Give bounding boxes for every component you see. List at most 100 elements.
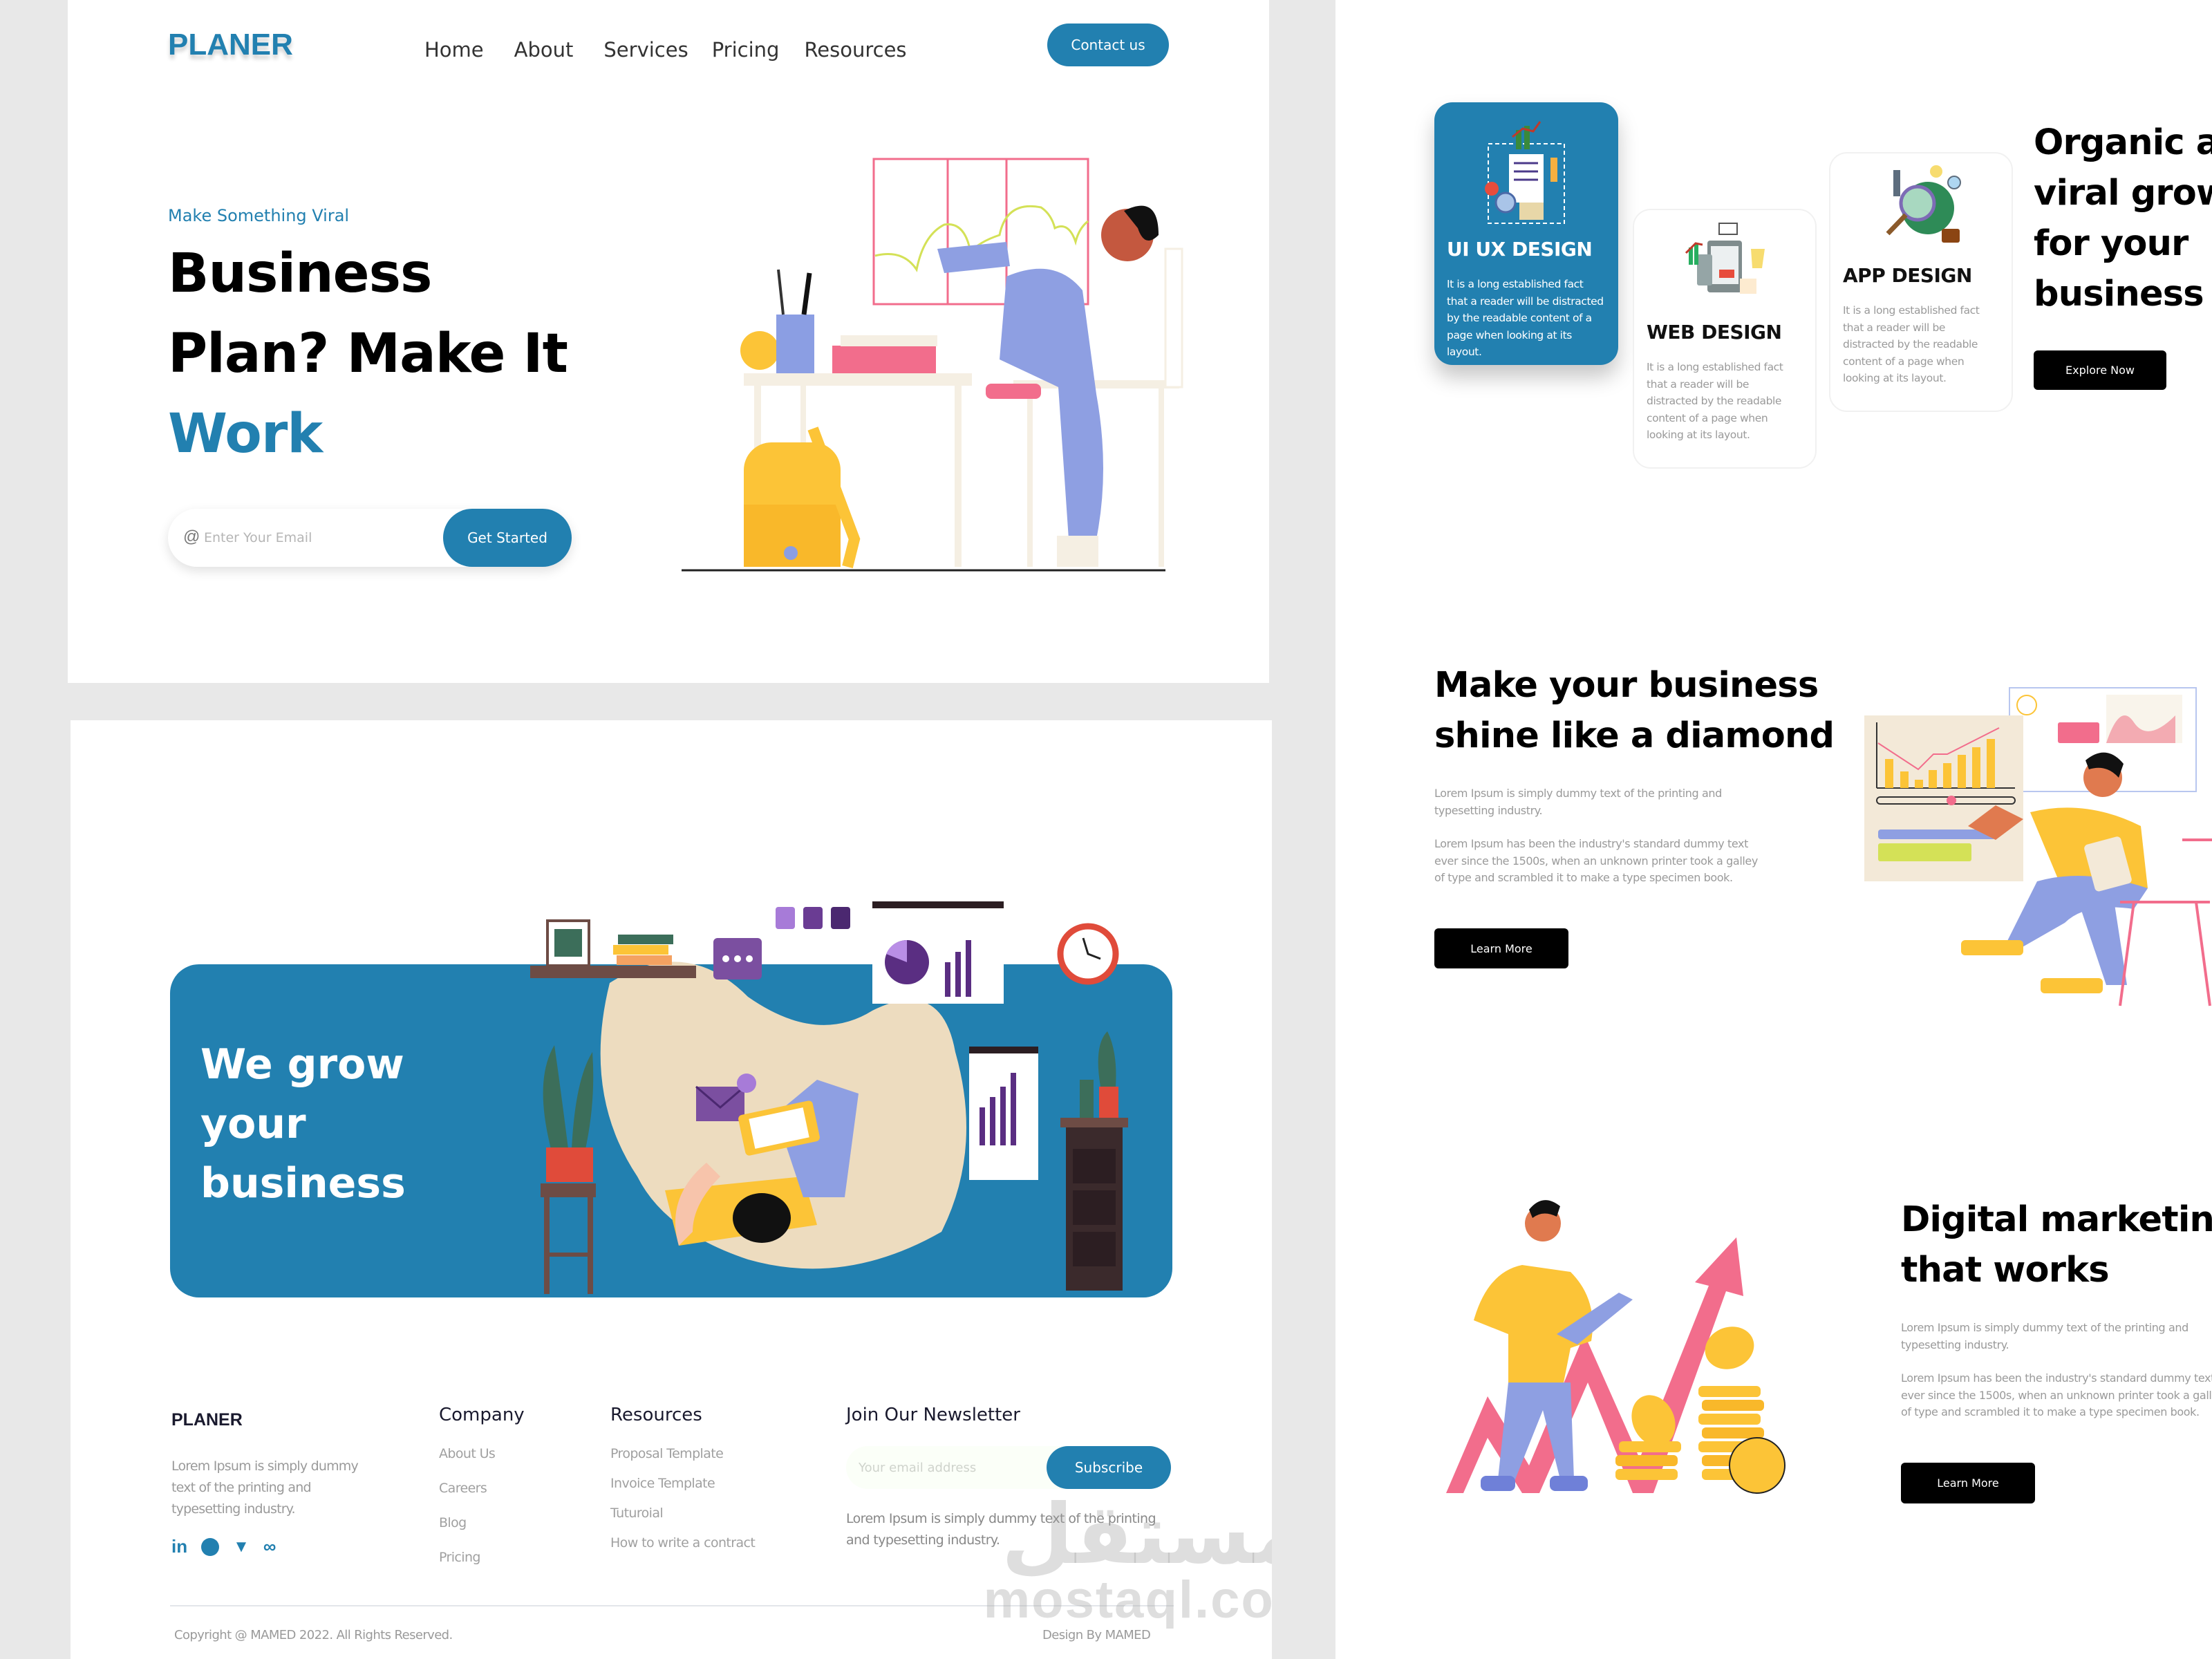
text-line: Lorem Ipsum is simply dummy text of the … (1901, 1321, 2188, 1334)
backpack-icon (744, 427, 861, 568)
digital-marketing-title: Digital marketing that works (1901, 1194, 2212, 1295)
nav-pricing[interactable]: Pricing (712, 38, 780, 62)
subscribe-button[interactable]: Subscribe (1047, 1446, 1171, 1489)
marketing-illustration (1446, 1200, 1785, 1494)
service-card-app[interactable]: APP DESIGN It is a long established fact… (1829, 152, 2013, 412)
at-sign-icon (803, 907, 823, 929)
nav-about[interactable]: About (514, 38, 574, 62)
at-icon: @ (183, 527, 200, 546)
text-line: Lorem Ipsum is simply dummy text of the … (1434, 787, 1722, 800)
digital-title-line-1: Digital marketing (1901, 1199, 2212, 1240)
contact-us-button[interactable]: Contact us (1047, 24, 1169, 66)
plant-stool-left-icon (541, 1045, 596, 1294)
apple-icon (740, 331, 779, 370)
social-links: in ▼ ∞ (171, 1536, 276, 1557)
growth-arrow-icon (1446, 1237, 1743, 1493)
learn-more-button-digital[interactable]: Learn More (1901, 1463, 2035, 1503)
footer-link-proposal-template[interactable]: Proposal Template (610, 1446, 755, 1461)
hero-tagline: Make Something Viral (168, 206, 350, 225)
card-title: APP DESIGN (1843, 264, 1972, 287)
email-input[interactable] (204, 523, 411, 553)
learn-more-button-diamond[interactable]: Learn More (1434, 928, 1568, 968)
watermark-latin: mostaql.com (983, 1571, 1272, 1629)
book-icon (832, 346, 936, 373)
digital-paragraph-1: Lorem Ipsum is simply dummy text of the … (1901, 1320, 2188, 1353)
footer-link-invoice-template[interactable]: Invoice Template (610, 1476, 755, 1491)
messenger-icon[interactable] (201, 1537, 220, 1556)
nav-resources[interactable]: Resources (804, 38, 906, 62)
text-line: Lorem Ipsum has been the industry's stan… (1901, 1371, 2212, 1385)
service-card-web[interactable]: WEB DESIGN It is a long established fact… (1633, 209, 1817, 469)
linkedin-icon[interactable]: in (171, 1536, 187, 1557)
footer-description: Lorem Ipsum is simply dummy text of the … (171, 1459, 359, 1517)
service-card-uiux[interactable]: UI UX DESIGN It is a long established fa… (1434, 102, 1618, 365)
main-nav: Home About Services Pricing Resources (424, 38, 937, 62)
diamond-title: Make your business shine like a diamond (1434, 660, 1835, 761)
banner-title-line-3: business (200, 1159, 406, 1208)
app-illustration-icon (1886, 165, 1961, 243)
web-illustration-icon (1685, 223, 1765, 294)
dashboard-card-icon (872, 901, 1004, 1004)
card-text: It is a long established fact that a rea… (1447, 278, 1604, 358)
footer-company-column: Company About Us Careers Blog Pricing (439, 1405, 525, 1584)
presenter-illustration (1864, 687, 2212, 1006)
hero-panel: PLANER Home About Services Pricing Resou… (68, 0, 1269, 683)
pencil-cup-icon (776, 315, 814, 373)
text-line: of type and scrambled it to make a type … (1901, 1405, 2200, 1418)
company-heading: Company (439, 1405, 525, 1425)
dollar-icon (831, 907, 850, 929)
footer-link-careers[interactable]: Careers (439, 1481, 525, 1496)
text-line: of type and scrambled it to make a type … (1434, 871, 1733, 884)
footer-link-blog[interactable]: Blog (439, 1515, 525, 1530)
shelf-icon (530, 919, 696, 978)
design-by-text: Design By MAMED (1042, 1628, 1151, 1642)
dresser-icon (1060, 1031, 1128, 1291)
card-text: It is a long established fact that a rea… (1647, 361, 1783, 441)
text-line: ever since the 1500s, when an unknown pr… (1901, 1388, 2212, 1402)
phone-icon (776, 907, 795, 929)
organic-title-line-3: for your (2034, 223, 2188, 264)
organic-title-line-4: business (2034, 274, 2204, 315)
text-line: Lorem Ipsum has been the industry's stan… (1434, 837, 1748, 850)
footer-divider (170, 1605, 1174, 1606)
hero-headline: Business Plan? Make It Work (168, 234, 568, 474)
text-line: typesetting industry. (1901, 1338, 2009, 1351)
footer-link-contract[interactable]: How to write a contract (610, 1535, 756, 1550)
footer-link-about-us[interactable]: About Us (439, 1446, 525, 1461)
digital-paragraph-2: Lorem Ipsum has been the industry's stan… (1901, 1370, 2212, 1421)
get-started-button[interactable]: Get Started (443, 509, 572, 567)
resources-heading: Resources (610, 1405, 702, 1425)
banner-title-line-2: your (200, 1100, 306, 1148)
explore-now-button[interactable]: Explore Now (2034, 350, 2166, 390)
card-text: It is a long established fact that a rea… (1843, 304, 1980, 384)
footer-link-pricing[interactable]: Pricing (439, 1550, 525, 1565)
clock-icon (1057, 923, 1119, 985)
footer-link-tutorial[interactable]: Tuturoial (610, 1506, 755, 1521)
digital-title-line-2: that works (1901, 1250, 2110, 1291)
twitter-icon[interactable]: ▼ (233, 1537, 250, 1557)
hero-illustration (682, 158, 1183, 572)
footer-logo[interactable]: PLANER (171, 1410, 243, 1430)
organic-title-line-1: Organic and (2034, 122, 2212, 163)
services-panel: UI UX DESIGN It is a long established fa… (1335, 0, 2212, 1659)
logo[interactable]: PLANER (168, 28, 293, 62)
text-line: typesetting industry. (1434, 803, 1543, 817)
organic-title-line-2: viral growth (2034, 173, 2212, 214)
infinity-icon[interactable]: ∞ (263, 1536, 276, 1557)
organic-growth-title: Organic and viral growth for your busine… (2034, 118, 2212, 319)
copyright-text: Copyright @ MAMED 2022. All Rights Reser… (174, 1628, 453, 1642)
diamond-paragraph-1: Lorem Ipsum is simply dummy text of the … (1434, 785, 1722, 819)
card-title: UI UX DESIGN (1447, 238, 1593, 261)
nav-home[interactable]: Home (424, 38, 484, 62)
uiux-illustration-icon (1485, 121, 1565, 224)
newsletter-form: Subscribe (846, 1446, 1171, 1489)
chart-card-icon (969, 1047, 1038, 1180)
email-signup: @ Get Started (168, 509, 572, 567)
card-title: WEB DESIGN (1647, 321, 1782, 344)
grow-panel: We grow your business PLANER Lorem Ipsum… (71, 720, 1272, 1659)
banner-illustration (530, 901, 1128, 1294)
diamond-paragraph-2: Lorem Ipsum has been the industry's stan… (1434, 836, 1758, 887)
newsletter-email-input[interactable] (859, 1456, 1024, 1479)
nav-services[interactable]: Services (603, 38, 688, 62)
footer-resources-column: Resources Proposal Template Invoice Temp… (610, 1405, 756, 1565)
